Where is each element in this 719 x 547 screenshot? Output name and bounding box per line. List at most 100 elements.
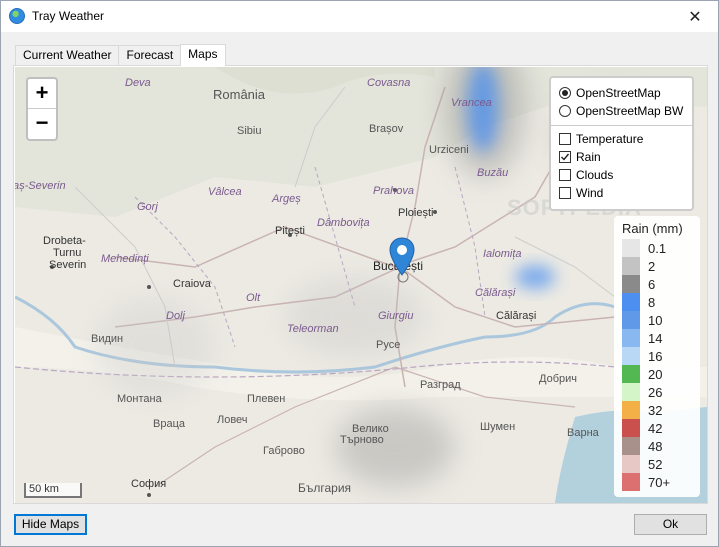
- zoom-out-button[interactable]: −: [28, 109, 56, 139]
- map-label: Buzău: [477, 167, 509, 179]
- map-label: Turnu: [53, 247, 82, 259]
- layer-label: OpenStreetMap BW: [576, 104, 684, 118]
- close-icon: ✕: [688, 8, 702, 26]
- map-label: Olt: [246, 292, 261, 304]
- map-label: Argeș: [272, 193, 301, 205]
- map-label: Добрич: [539, 373, 577, 385]
- map-label: Разград: [420, 379, 461, 391]
- map-label: Drobeta-: [43, 235, 86, 247]
- map-label: Giurgiu: [378, 310, 414, 322]
- legend-label: 6: [648, 276, 656, 292]
- tab-current-weather[interactable]: Current Weather: [15, 45, 120, 66]
- overlay-wind[interactable]: Wind: [559, 184, 684, 202]
- legend-title: Rain (mm): [622, 221, 683, 236]
- legend-swatch: [622, 473, 640, 491]
- base-layer-openstreetmap[interactable]: OpenStreetMap: [559, 84, 684, 102]
- checkbox-unchecked[interactable]: [559, 133, 571, 145]
- legend-swatch: [622, 419, 640, 437]
- title-bar: Tray Weather ✕: [1, 1, 718, 32]
- legend-swatch: [622, 401, 640, 419]
- weather-map[interactable]: SOFTPEDIA Deva Covasna România Brașov Vr…: [15, 67, 707, 503]
- legend-label: 48: [648, 438, 663, 454]
- legend-label: 42: [648, 420, 663, 436]
- legend-label: 70+: [648, 474, 671, 490]
- map-label: Teleorman: [287, 323, 339, 335]
- rain-legend: Rain (mm) 0.1 2 6 8 10 14 16 20 26 32 42 48 52 70+: [614, 216, 700, 497]
- map-pin-icon[interactable]: [389, 237, 415, 277]
- legend-row: 0.1: [622, 239, 700, 257]
- checkbox-checked[interactable]: [559, 151, 571, 163]
- radio-unselected[interactable]: [559, 105, 571, 117]
- legend-label: 10: [648, 312, 663, 328]
- layer-label: OpenStreetMap: [576, 86, 661, 100]
- map-label: Dolj: [166, 310, 185, 322]
- checkbox-unchecked[interactable]: [559, 169, 571, 181]
- legend-row: 32: [622, 401, 700, 419]
- map-label: Pitești: [275, 225, 305, 237]
- tab-forecast[interactable]: Forecast: [118, 45, 182, 66]
- map-label: Vrancea: [451, 97, 492, 109]
- legend-swatch: [622, 257, 640, 275]
- tab-strip: Current Weather Forecast Maps: [15, 44, 226, 66]
- legend-label: 16: [648, 348, 663, 364]
- base-layer-openstreetmap-bw[interactable]: OpenStreetMap BW: [559, 102, 684, 120]
- map-label: Dâmbovița: [317, 217, 370, 229]
- map-label: Русе: [376, 339, 401, 351]
- overlay-clouds[interactable]: Clouds: [559, 166, 684, 184]
- checkmark-icon: [561, 153, 570, 161]
- overlay-temperature[interactable]: Temperature: [559, 130, 684, 148]
- map-label: Монтана: [117, 393, 162, 405]
- legend-label: 14: [648, 330, 663, 346]
- map-label: Călărași: [475, 287, 516, 299]
- app-window: Tray Weather ✕ Current Weather Forecast …: [0, 0, 719, 547]
- map-label: România: [213, 87, 266, 102]
- legend-swatch: [622, 311, 640, 329]
- legend-row: 16: [622, 347, 700, 365]
- layer-label: Rain: [576, 150, 601, 164]
- legend-label: 26: [648, 384, 663, 400]
- map-label: Mehedinți: [101, 253, 149, 265]
- layer-label: Temperature: [576, 132, 644, 146]
- legend-swatch: [622, 239, 640, 257]
- tab-maps[interactable]: Maps: [180, 44, 226, 66]
- legend-row: 48: [622, 437, 700, 455]
- map-scale: 50 km: [24, 483, 82, 498]
- map-label: Sibiu: [237, 125, 262, 137]
- legend-swatch: [622, 293, 640, 311]
- overlay-rain[interactable]: Rain: [559, 148, 684, 166]
- map-label: aș-Severin: [15, 180, 66, 192]
- map-label: Шумен: [480, 421, 516, 433]
- legend-row: 42: [622, 419, 700, 437]
- zoom-control: + −: [26, 77, 58, 141]
- legend-label: 0.1: [648, 240, 667, 256]
- map-label: Търново: [340, 434, 384, 446]
- legend-swatch: [622, 365, 640, 383]
- legend-swatch: [622, 437, 640, 455]
- legend-row: 70+: [622, 473, 700, 491]
- radio-selected[interactable]: [559, 87, 571, 99]
- legend-swatch: [622, 329, 640, 347]
- map-label: Габрово: [263, 445, 305, 457]
- layers-control: OpenStreetMap OpenStreetMap BW Temperatu…: [549, 76, 694, 211]
- map-label: Prahova: [373, 185, 414, 197]
- map-label: Urziceni: [429, 144, 469, 156]
- checkbox-unchecked[interactable]: [559, 187, 571, 199]
- close-button[interactable]: ✕: [672, 1, 718, 32]
- zoom-in-button[interactable]: +: [28, 79, 56, 109]
- map-label: Vâlcea: [208, 186, 242, 198]
- legend-swatch: [622, 383, 640, 401]
- globe-icon: [9, 8, 25, 24]
- legend-row: 6: [622, 275, 700, 293]
- map-label: Враца: [153, 418, 185, 430]
- legend-label: 20: [648, 366, 663, 382]
- legend-row: 2: [622, 257, 700, 275]
- hide-maps-button[interactable]: Hide Maps: [14, 514, 87, 535]
- legend-row: 14: [622, 329, 700, 347]
- ok-button[interactable]: Ok: [634, 514, 707, 535]
- legend-row: 10: [622, 311, 700, 329]
- divider: [551, 125, 692, 126]
- map-label: Плевен: [247, 393, 286, 405]
- legend-label: 2: [648, 258, 656, 274]
- map-label: Видин: [91, 333, 124, 345]
- layer-label: Wind: [576, 186, 604, 200]
